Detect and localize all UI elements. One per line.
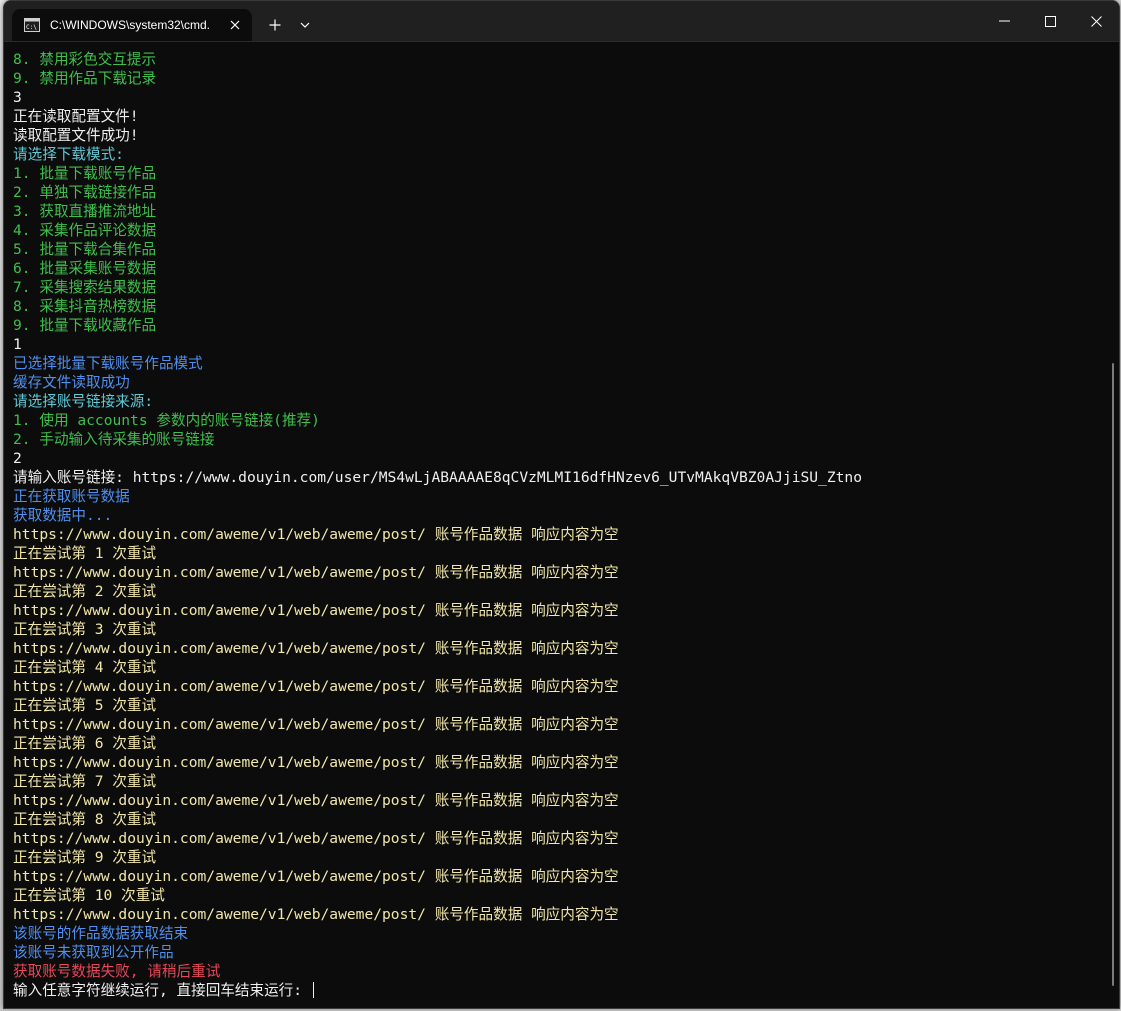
console-line: 请输入账号链接: https://www.douyin.com/user/MS4… bbox=[13, 469, 862, 486]
console-line: 正在读取配置文件! bbox=[13, 108, 139, 125]
console-line: 9. 禁用作品下载记录 bbox=[13, 70, 157, 87]
prompt-text: 输入任意字符继续运行, 直接回车结束运行: bbox=[13, 982, 311, 999]
console-output[interactable]: 8. 禁用彩色交互提示 9. 禁用作品下载记录 3 正在读取配置文件! 读取配置文件成功… bbox=[13, 50, 1103, 1005]
console-line: https://www.douyin.com/aweme/v1/web/awem… bbox=[13, 602, 619, 619]
console-line: https://www.douyin.com/aweme/v1/web/awem… bbox=[13, 678, 619, 695]
console-line: 正在获取账号数据 bbox=[13, 488, 130, 505]
console-line: 2. 手动输入待采集的账号链接 bbox=[13, 431, 215, 448]
console-line: 7. 采集搜索结果数据 bbox=[13, 279, 157, 296]
console-line: 2 bbox=[13, 450, 22, 467]
console-line: 正在尝试第 8 次重试 bbox=[13, 811, 157, 828]
maximize-icon[interactable] bbox=[1027, 1, 1073, 41]
console-line: 正在尝试第 7 次重试 bbox=[13, 773, 157, 790]
console-line: 请选择下载模式: bbox=[13, 146, 124, 163]
console-line: 1 bbox=[13, 336, 22, 353]
console-line: 8. 采集抖音热榜数据 bbox=[13, 298, 157, 315]
console-line: https://www.douyin.com/aweme/v1/web/awem… bbox=[13, 640, 619, 657]
tab-title: C:\WINDOWS\system32\cmd. bbox=[50, 18, 211, 32]
console-line: 缓存文件读取成功 bbox=[13, 374, 130, 391]
console-line: 读取配置文件成功! bbox=[13, 127, 139, 144]
console-line: https://www.douyin.com/aweme/v1/web/awem… bbox=[13, 716, 619, 733]
console-prompt[interactable]: 输入任意字符继续运行, 直接回车结束运行: bbox=[13, 981, 1103, 1000]
terminal-icon: C:\ bbox=[24, 17, 40, 33]
title-bar[interactable]: C:\ C:\WINDOWS\system32\cmd. bbox=[4, 1, 1119, 42]
terminal-window: C:\ C:\WINDOWS\system32\cmd. 8. 禁用彩色交互提示… bbox=[3, 0, 1120, 1009]
console-line: 9. 批量下载收藏作品 bbox=[13, 317, 157, 334]
console-line: 正在尝试第 9 次重试 bbox=[13, 849, 157, 866]
close-icon[interactable] bbox=[226, 16, 244, 34]
console-line: 1. 批量下载账号作品 bbox=[13, 165, 157, 182]
console-line: 正在尝试第 2 次重试 bbox=[13, 583, 157, 600]
svg-text:C:\: C:\ bbox=[26, 24, 37, 31]
console-line: 3. 获取直播推流地址 bbox=[13, 203, 157, 220]
console-line: 请选择账号链接来源: bbox=[13, 393, 154, 410]
tab-cmd[interactable]: C:\ C:\WINDOWS\system32\cmd. bbox=[12, 9, 252, 41]
console-line: 该账号未获取到公开作品 bbox=[13, 944, 174, 961]
console-line: 正在尝试第 5 次重试 bbox=[13, 697, 157, 714]
console-line: 正在尝试第 6 次重试 bbox=[13, 735, 157, 752]
console-line: https://www.douyin.com/aweme/v1/web/awem… bbox=[13, 830, 619, 847]
text-cursor bbox=[312, 982, 314, 998]
console-line: 5. 批量下载合集作品 bbox=[13, 241, 157, 258]
console-line: 正在尝试第 1 次重试 bbox=[13, 545, 157, 562]
console-line: https://www.douyin.com/aweme/v1/web/awem… bbox=[13, 792, 619, 809]
console-line: 2. 单独下载链接作品 bbox=[13, 184, 157, 201]
console-line: 4. 采集作品评论数据 bbox=[13, 222, 157, 239]
console-line: 获取数据中... bbox=[13, 507, 113, 524]
minimize-icon[interactable] bbox=[981, 1, 1027, 41]
console-line: 8. 禁用彩色交互提示 bbox=[13, 51, 157, 68]
scrollbar[interactable] bbox=[1112, 363, 1114, 986]
console-line: 获取账号数据失败, 请稍后重试 bbox=[13, 963, 221, 980]
console-line: 该账号的作品数据获取结束 bbox=[13, 925, 189, 942]
console-line: https://www.douyin.com/aweme/v1/web/awem… bbox=[13, 526, 619, 543]
chevron-down-icon[interactable] bbox=[294, 14, 316, 36]
close-icon[interactable] bbox=[1073, 1, 1119, 41]
console-line: 3 bbox=[13, 89, 22, 106]
console-line: 正在尝试第 10 次重试 bbox=[13, 887, 165, 904]
console-line: https://www.douyin.com/aweme/v1/web/awem… bbox=[13, 564, 619, 581]
console-line: 正在尝试第 3 次重试 bbox=[13, 621, 157, 638]
plus-icon[interactable] bbox=[264, 14, 286, 36]
console-line: https://www.douyin.com/aweme/v1/web/awem… bbox=[13, 906, 619, 923]
console-line: 正在尝试第 4 次重试 bbox=[13, 659, 157, 676]
console-line: https://www.douyin.com/aweme/v1/web/awem… bbox=[13, 868, 619, 885]
console-line: 1. 使用 accounts 参数内的账号链接(推荐) bbox=[13, 412, 320, 429]
console-line: 6. 批量采集账号数据 bbox=[13, 260, 157, 277]
console-line: 已选择批量下载账号作品模式 bbox=[13, 355, 203, 372]
console-line: https://www.douyin.com/aweme/v1/web/awem… bbox=[13, 754, 619, 771]
